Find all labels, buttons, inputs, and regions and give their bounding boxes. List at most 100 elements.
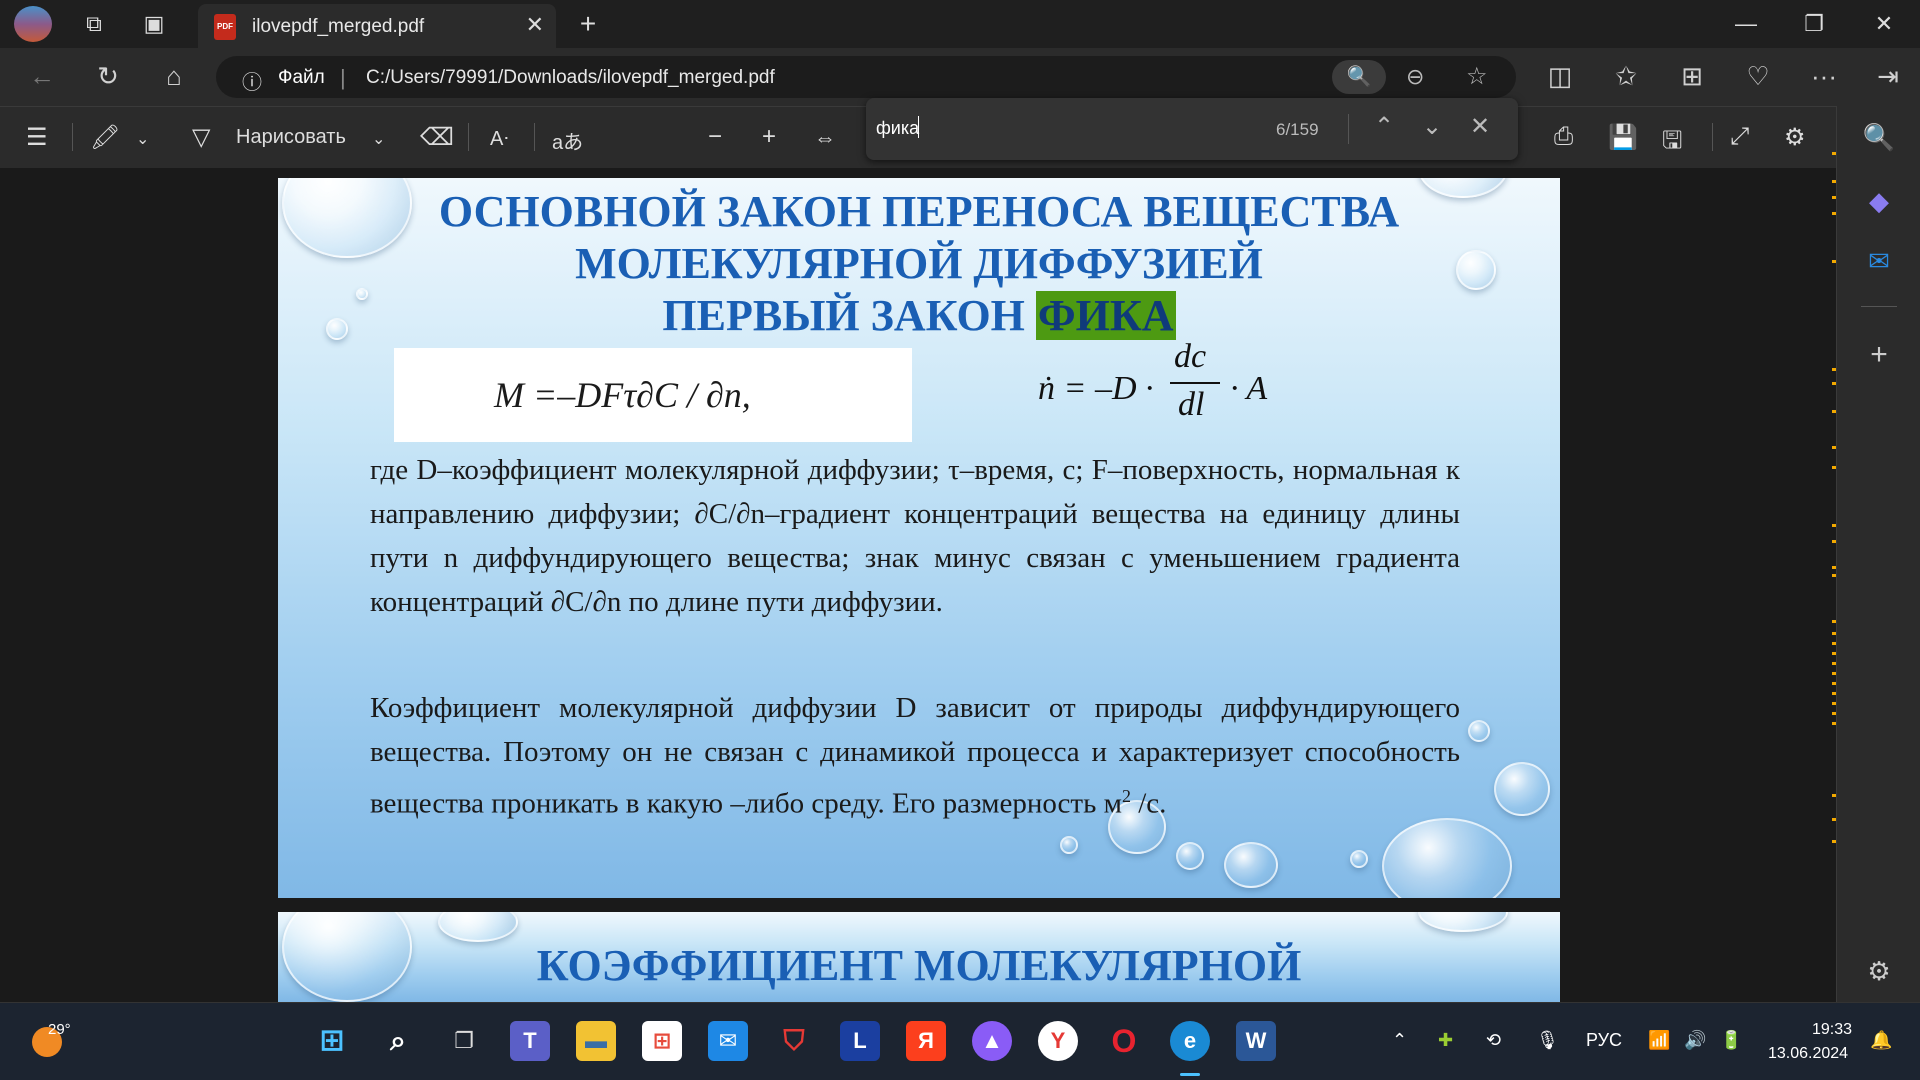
settings-icon[interactable]: ⚙ xyxy=(1784,123,1806,152)
read-aloud-icon[interactable]: Aᐧ xyxy=(490,126,508,151)
translate-icon[interactable]: aあ xyxy=(552,126,583,155)
notifications-icon[interactable]: 🔔 xyxy=(1870,1030,1892,1051)
volume-icon[interactable]: 🔊 xyxy=(1684,1030,1706,1051)
tray-app-icon[interactable]: ✚ xyxy=(1438,1030,1453,1051)
outlook-icon[interactable]: ✉ xyxy=(1861,246,1897,277)
workspaces-icon[interactable]: ⧉ xyxy=(76,8,112,40)
wifi-icon[interactable]: 📶 xyxy=(1648,1030,1670,1051)
clock-date[interactable]: 13.06.2024 xyxy=(1768,1045,1848,1063)
formula-rhs: · A xyxy=(1230,370,1268,407)
contents-icon[interactable]: ☰ xyxy=(26,123,48,152)
alice-icon[interactable]: ▲ xyxy=(972,1021,1012,1061)
tab-pdf[interactable]: PDF ilovepdf_merged.pdf ✕ xyxy=(198,4,556,48)
search-highlight: ФИКА xyxy=(1035,291,1176,340)
search-icon[interactable]: ⌕ xyxy=(378,1021,418,1061)
collections-icon[interactable]: ⊞ xyxy=(1674,61,1710,92)
find-input[interactable]: фика xyxy=(876,118,919,139)
clock-time[interactable]: 19:33 xyxy=(1812,1021,1852,1039)
kaspersky-icon[interactable]: ⛉ xyxy=(774,1021,814,1061)
opera-icon[interactable]: O xyxy=(1104,1021,1144,1061)
search-icon[interactable]: 🔍 xyxy=(1861,122,1897,153)
save-icon[interactable]: 💾 xyxy=(1608,123,1638,152)
add-icon[interactable]: + xyxy=(1861,338,1897,372)
read-aloud-icon[interactable]: 🔍 xyxy=(1332,60,1386,94)
fit-width-icon[interactable]: ⇔ xyxy=(814,125,836,151)
minimize-icon[interactable]: — xyxy=(1728,8,1764,40)
zoom-icon[interactable]: ⊖ xyxy=(1406,64,1424,90)
favorites-icon[interactable]: ✩ xyxy=(1608,61,1644,92)
fullscreen-icon[interactable]: ⤢ xyxy=(1730,123,1749,151)
battery-icon[interactable]: 🔋 xyxy=(1720,1030,1742,1051)
zoom-out-icon[interactable]: − xyxy=(708,123,722,151)
word-icon[interactable]: W xyxy=(1236,1021,1276,1061)
divider xyxy=(534,123,535,151)
title-bar: ⧉ ▣ PDF ilovepdf_merged.pdf ✕ + — ❐ ✕ xyxy=(0,0,1920,48)
show-hidden-icons[interactable]: ⌃ xyxy=(1392,1030,1407,1051)
eraser-icon[interactable]: ⌫ xyxy=(420,123,454,152)
task-view-icon[interactable]: ❐ xyxy=(444,1021,484,1061)
tab-title: ilovepdf_merged.pdf xyxy=(252,16,425,37)
split-screen-icon[interactable]: ◫ xyxy=(1542,61,1578,92)
title-prefix: ПЕРВЫЙ ЗАКОН xyxy=(662,291,1025,340)
address-bar[interactable]: ⓘ Файл | C:/Users/79991/Downloads/ilovep… xyxy=(216,56,1516,98)
find-bar: фика 6/159 ⌃ ⌄ ✕ xyxy=(866,98,1518,160)
start-icon[interactable]: ⊞ xyxy=(312,1021,352,1061)
superscript: 2 xyxy=(1121,786,1131,806)
favorite-star-icon[interactable]: ☆ xyxy=(1466,62,1488,91)
language-indicator[interactable]: РУС xyxy=(1586,1030,1622,1051)
bubble-decoration xyxy=(1468,720,1490,742)
find-result-count: 6/159 xyxy=(1276,120,1319,139)
weather-temp: 29° xyxy=(48,1021,71,1038)
mail-icon[interactable]: ✉ xyxy=(708,1021,748,1061)
profile-avatar[interactable] xyxy=(14,6,52,42)
lingvo-icon[interactable]: L xyxy=(840,1021,880,1061)
draw-icon[interactable]: ▽ xyxy=(192,123,210,152)
more-menu-icon[interactable]: ··· xyxy=(1806,61,1842,92)
print-icon[interactable]: ⎙ xyxy=(1554,123,1573,151)
close-find-icon[interactable]: ✕ xyxy=(1470,112,1490,141)
edge-sidebar: 🔍 ◆ ✉ + ⚙ xyxy=(1836,106,1920,1002)
bubble-decoration xyxy=(1176,842,1204,870)
chevron-down-icon[interactable]: ⌄ xyxy=(136,129,149,149)
zoom-in-icon[interactable]: + xyxy=(762,123,776,151)
taskbar: 29° ⊞ ⌕ ❐ T ▬ ⊞ ✉ ⛉ L Я ▲ Y O e W ⌃ ✚ ⟲ … xyxy=(0,1002,1920,1080)
sidebar-settings-icon[interactable]: ⚙ xyxy=(1861,956,1897,987)
bubble-decoration xyxy=(1350,850,1368,868)
close-tab-icon[interactable]: ✕ xyxy=(526,12,544,38)
next-result-icon[interactable]: ⌄ xyxy=(1422,112,1442,141)
pdf-viewer[interactable]: ОСНОВНОЙ ЗАКОН ПЕРЕНОСА ВЕЩЕСТВА МОЛЕКУЛ… xyxy=(0,168,1836,1002)
back-icon[interactable]: ← xyxy=(24,61,60,92)
close-window-icon[interactable]: ✕ xyxy=(1866,8,1902,40)
previous-result-icon[interactable]: ⌃ xyxy=(1374,112,1394,141)
restore-icon[interactable]: ❐ xyxy=(1796,8,1832,40)
yandex-browser-icon[interactable]: Y xyxy=(1038,1021,1078,1061)
draw-button[interactable]: Нарисовать xyxy=(236,126,346,149)
divider xyxy=(1861,306,1897,307)
microsoft-store-icon[interactable]: ⊞ xyxy=(642,1021,682,1061)
bubble-decoration xyxy=(1060,836,1078,854)
new-tab-icon[interactable]: + xyxy=(570,8,606,40)
save-as-icon[interactable]: 🖫 xyxy=(1662,123,1682,164)
teams-icon[interactable]: T xyxy=(510,1021,550,1061)
microphone-icon[interactable]: 🎙 xyxy=(1536,1030,1559,1051)
tab-actions-icon[interactable]: ▣ xyxy=(136,8,172,40)
divider xyxy=(72,123,73,151)
refresh-icon[interactable]: ↻ xyxy=(90,61,126,92)
sidebar-toggle-icon[interactable]: ⇥ xyxy=(1870,61,1906,92)
home-icon[interactable]: ⌂ xyxy=(156,61,192,92)
address-scheme-label: Файл xyxy=(278,67,325,88)
edge-icon[interactable]: e xyxy=(1170,1021,1210,1061)
pdf-page-1: ОСНОВНОЙ ЗАКОН ПЕРЕНОСА ВЕЩЕСТВА МОЛЕКУЛ… xyxy=(278,178,1560,898)
info-icon[interactable]: ⓘ xyxy=(242,66,262,95)
file-explorer-icon[interactable]: ▬ xyxy=(576,1021,616,1061)
copilot-icon[interactable]: ◆ xyxy=(1861,186,1897,217)
performance-icon[interactable]: ♡ xyxy=(1740,61,1776,92)
bubble-decoration xyxy=(1418,912,1508,932)
chevron-down-icon[interactable]: ⌄ xyxy=(372,129,385,149)
sync-icon[interactable]: ⟲ xyxy=(1486,1030,1501,1051)
formula-fraction-bar xyxy=(1170,382,1220,384)
address-url[interactable]: C:/Users/79991/Downloads/ilovepdf_merged… xyxy=(366,67,775,89)
highlight-icon[interactable]: 🖍 xyxy=(90,123,120,152)
yandex-icon[interactable]: Я xyxy=(906,1021,946,1061)
bubble-decoration xyxy=(1494,762,1550,816)
